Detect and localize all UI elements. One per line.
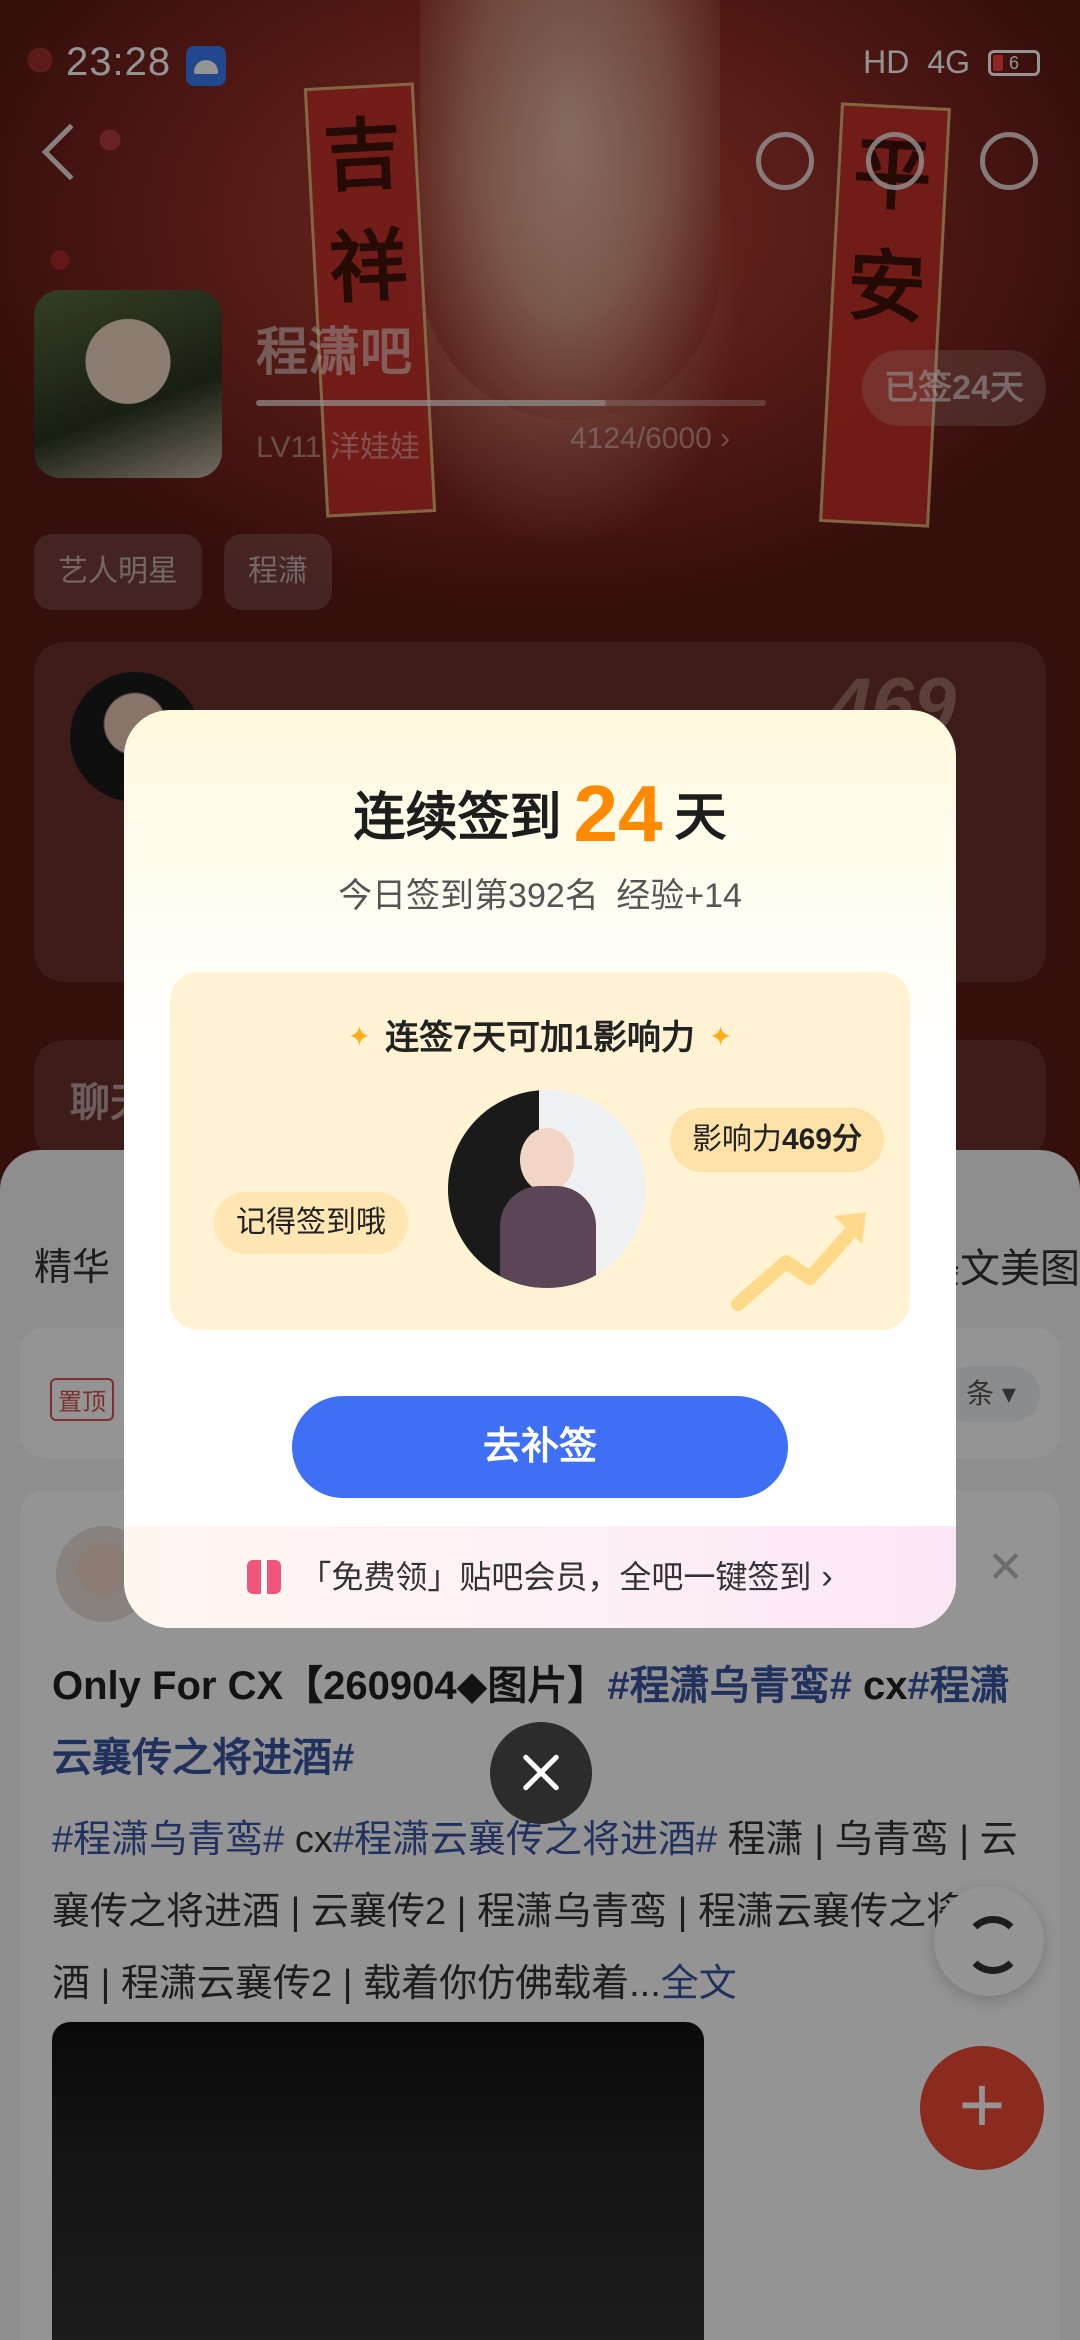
reward-headline: ✦ 连签7天可加1影响力 ✦ <box>347 1019 733 1057</box>
trend-arrow-icon <box>731 1212 866 1311</box>
star-portrait <box>448 1090 646 1288</box>
gift-icon <box>247 1560 282 1594</box>
chevron-right-icon: › <box>821 1558 833 1596</box>
vip-promo-banner[interactable]: 「免费领」贴吧会员，全吧一键签到 › <box>124 1526 956 1628</box>
sparkle-icon: ✦ <box>708 1021 733 1052</box>
dialog-title: 连续签到 24 天 <box>353 769 727 858</box>
reminder-bubble: 记得签到哦 <box>214 1192 408 1254</box>
dialog-close-button[interactable] <box>490 1722 592 1824</box>
dialog-subtitle: 今日签到第392名 经验+14 <box>338 877 742 915</box>
makeup-sign-button[interactable]: 去补签 <box>292 1396 788 1498</box>
streak-days: 24 <box>573 769 663 858</box>
reward-panel: ✦ 连签7天可加1影响力 ✦ 记得签到哦 影响力469分 <box>170 972 910 1330</box>
influence-bubble: 影响力469分 <box>669 1108 884 1172</box>
sparkle-icon: ✦ <box>347 1021 372 1052</box>
sign-in-dialog: 连续签到 24 天 今日签到第392名 经验+14 ✦ 连签7天可加1影响力 ✦ 记得签… <box>124 710 956 1628</box>
